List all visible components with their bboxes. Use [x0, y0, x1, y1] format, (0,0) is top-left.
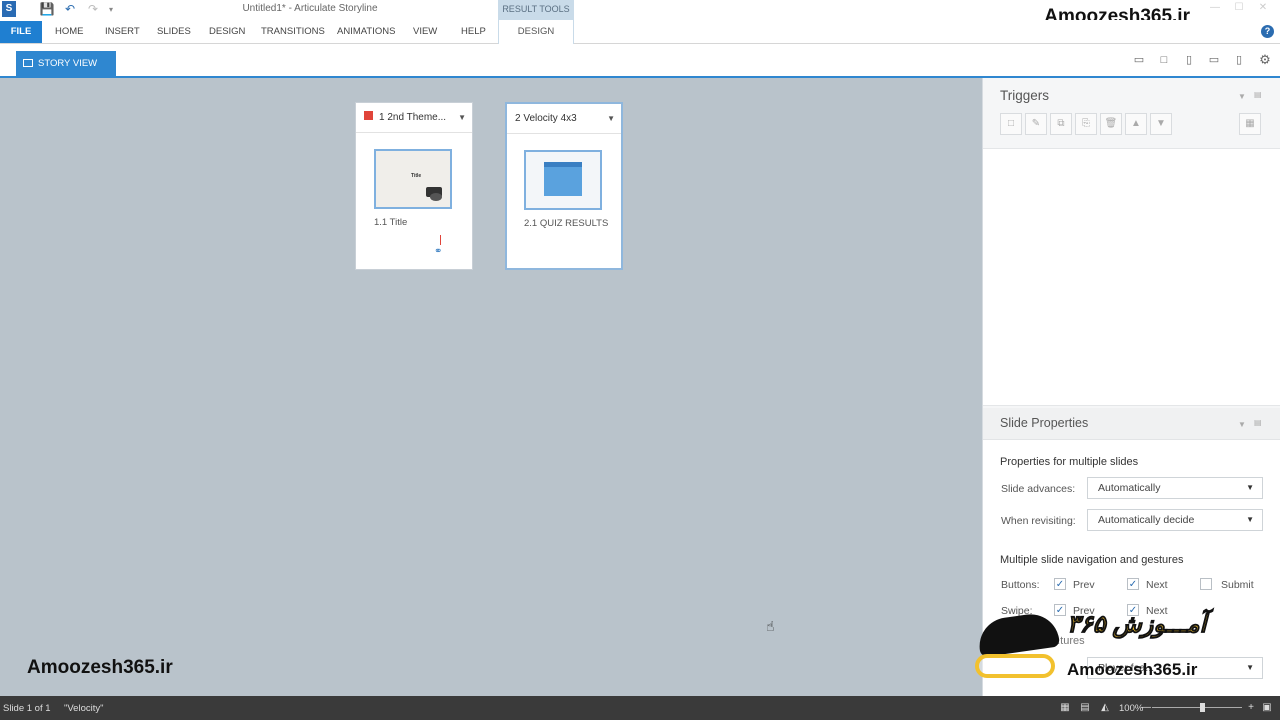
watermark-text-right: Amoozesh365.ir	[1067, 660, 1198, 679]
when-revisiting-dropdown[interactable]: Automatically decide ▼	[1087, 509, 1263, 531]
scene-card-1[interactable]: 1 2nd Theme... ▼ Title 1.1 Title ⚭	[355, 102, 473, 270]
scene-header[interactable]: 2 Velocity 4x3 ▼	[507, 104, 621, 134]
tab-result-design[interactable]: DESIGN	[498, 20, 574, 44]
link-icon[interactable]: ⚭	[434, 246, 442, 257]
phone-landscape-icon[interactable]: ▭	[1206, 53, 1222, 67]
story-view-tab[interactable]: STORY VIEW	[16, 51, 116, 76]
trigger-options-icon[interactable]: ▦	[1239, 113, 1261, 135]
slide-advances-value: Automatically	[1098, 482, 1161, 494]
slide-advances-label: Slide advances:	[1001, 483, 1076, 495]
zoom-out-icon[interactable]: —	[1140, 702, 1152, 714]
right-panel: Triggers ▼ ▤ □ ✎ ⧉ ⎘ 🗑 ▲ ▼ ▦ Slide Prope…	[982, 78, 1280, 696]
panel-menu-icon[interactable]: ▼	[1238, 92, 1246, 101]
watermark-hair-shape	[975, 610, 1061, 658]
desktop-preview-icon[interactable]: ▭	[1131, 53, 1147, 67]
slide-label: 1.1 Title	[374, 217, 408, 228]
close-icon[interactable]: ✕	[1256, 2, 1270, 16]
panel-undock-icon[interactable]: ▤	[1254, 90, 1262, 99]
watermark-text-left: Amoozesh365.ir	[27, 657, 173, 678]
new-trigger-icon[interactable]: □	[1000, 113, 1022, 135]
buttons-submit-label: Submit	[1221, 579, 1254, 591]
slide-thumbnail[interactable]	[524, 150, 602, 210]
tab-design[interactable]: DESIGN	[209, 24, 245, 40]
section-multiple-slides: Properties for multiple slides	[1000, 456, 1139, 468]
quiz-results-box	[544, 162, 582, 196]
ribbon-tab-row: FILE HOME INSERT SLIDES DESIGN TRANSITIO…	[0, 20, 1280, 44]
triggers-title: Triggers	[1000, 88, 1050, 103]
tab-home[interactable]: HOME	[55, 24, 84, 40]
chevron-down-icon[interactable]: ▼	[458, 103, 466, 133]
tablet-landscape-icon[interactable]: □	[1156, 53, 1172, 67]
move-down-icon[interactable]: ▼	[1150, 113, 1172, 135]
scene-title: 1 2nd Theme...	[379, 112, 447, 123]
scene-title: 2 Velocity 4x3	[515, 113, 577, 124]
slide-label: 2.1 QUIZ RESULTS	[524, 218, 609, 229]
view-bar: STORY VIEW ▭ □ ▯ ▭ ▯ ⚙	[0, 44, 1280, 78]
buttons-label: Buttons:	[1001, 579, 1040, 591]
watermark-script-text: آمـــوزش ۳۶۵	[1066, 611, 1207, 639]
slide-properties-title: Slide Properties	[1000, 416, 1089, 430]
tab-slides[interactable]: SLIDES	[157, 24, 191, 40]
watermark-glasses-shape	[975, 654, 1055, 678]
maximize-icon[interactable]: ☐	[1232, 2, 1246, 16]
move-up-icon[interactable]: ▲	[1125, 113, 1147, 135]
buttons-next-checkbox[interactable]: ✓	[1127, 578, 1139, 590]
tab-file[interactable]: FILE	[0, 21, 42, 43]
slide-properties-header: Slide Properties ▼ ▤	[983, 408, 1280, 440]
watermark-logo: آمـــوزش ۳۶۵ Amoozesh365.ir	[975, 606, 1280, 688]
tablet-portrait-icon[interactable]: ▯	[1181, 53, 1197, 67]
story-view-icon	[23, 59, 33, 67]
triggers-list[interactable]	[983, 148, 1280, 406]
hand-cursor-icon: ☝	[766, 618, 775, 634]
zoom-in-icon[interactable]: +	[1245, 702, 1257, 714]
zoom-slider-thumb[interactable]	[1200, 703, 1205, 712]
story-canvas[interactable]: 1 2nd Theme... ▼ Title 1.1 Title ⚭ 2 Vel…	[0, 78, 982, 696]
help-icon[interactable]: ?	[1261, 25, 1274, 38]
minimize-icon[interactable]: —	[1208, 2, 1222, 16]
chevron-down-icon[interactable]: ▼	[607, 104, 615, 134]
tab-transitions[interactable]: TRANSITIONS	[261, 24, 325, 40]
preview-icon[interactable]: ◭	[1099, 702, 1111, 714]
thumbnail-title-text: Title	[411, 173, 422, 179]
edit-trigger-icon[interactable]: ✎	[1025, 113, 1047, 135]
phone-portrait-icon[interactable]: ▯	[1231, 53, 1247, 67]
delete-trigger-icon[interactable]: 🗑	[1100, 113, 1122, 135]
buttons-prev-checkbox[interactable]: ✓	[1054, 578, 1066, 590]
scene-card-2[interactable]: 2 Velocity 4x3 ▼ 2.1 QUIZ RESULTS	[505, 102, 623, 270]
slide-count: Slide 1 of 1	[3, 703, 51, 714]
tab-help[interactable]: HELP	[461, 24, 486, 40]
buttons-next-label: Next	[1146, 579, 1168, 591]
scene-header[interactable]: 1 2nd Theme... ▼	[356, 103, 472, 133]
title-bar: S 💾 ↶ ↷ ▾ Untitled1* - Articulate Storyl…	[0, 0, 1280, 27]
theme-name: "Velocity"	[64, 703, 104, 714]
status-bar: Slide 1 of 1 "Velocity" ▦ ▤ ◭ 100% — + ▣	[0, 696, 1280, 720]
gear-icon[interactable]: ⚙	[1257, 53, 1273, 67]
paste-trigger-icon[interactable]: ⎘	[1075, 113, 1097, 135]
quiz-results-bar	[544, 162, 582, 167]
panel-menu-icon[interactable]: ▼	[1238, 420, 1246, 429]
slide-thumbnail[interactable]: Title	[374, 149, 452, 209]
when-revisiting-value: Automatically decide	[1098, 514, 1195, 526]
tab-view[interactable]: VIEW	[413, 24, 437, 40]
story-view-label: STORY VIEW	[38, 58, 98, 69]
when-revisiting-label: When revisiting:	[1001, 515, 1076, 527]
result-tools-header: RESULT TOOLS	[498, 0, 574, 20]
zoom-slider-track[interactable]	[1152, 707, 1242, 708]
panel-undock-icon[interactable]: ▤	[1254, 418, 1262, 427]
buttons-submit-checkbox[interactable]	[1200, 578, 1212, 590]
slide-link-line	[440, 235, 441, 245]
tab-animations[interactable]: ANIMATIONS	[337, 24, 395, 40]
slide-advances-dropdown[interactable]: Automatically ▼	[1087, 477, 1263, 499]
graduation-cap-base-icon	[430, 193, 442, 201]
buttons-prev-label: Prev	[1073, 579, 1095, 591]
story-view-grid-icon[interactable]: ▦	[1059, 702, 1071, 714]
fit-to-window-icon[interactable]: ▣	[1261, 702, 1273, 714]
chevron-down-icon: ▼	[1246, 515, 1254, 524]
normal-view-icon[interactable]: ▤	[1079, 702, 1091, 714]
section-navigation-gestures: Multiple slide navigation and gestures	[1000, 554, 1184, 566]
copy-trigger-icon[interactable]: ⧉	[1050, 113, 1072, 135]
chevron-down-icon: ▼	[1246, 483, 1254, 492]
starting-scene-flag-icon	[364, 111, 373, 120]
tab-insert[interactable]: INSERT	[105, 24, 140, 40]
